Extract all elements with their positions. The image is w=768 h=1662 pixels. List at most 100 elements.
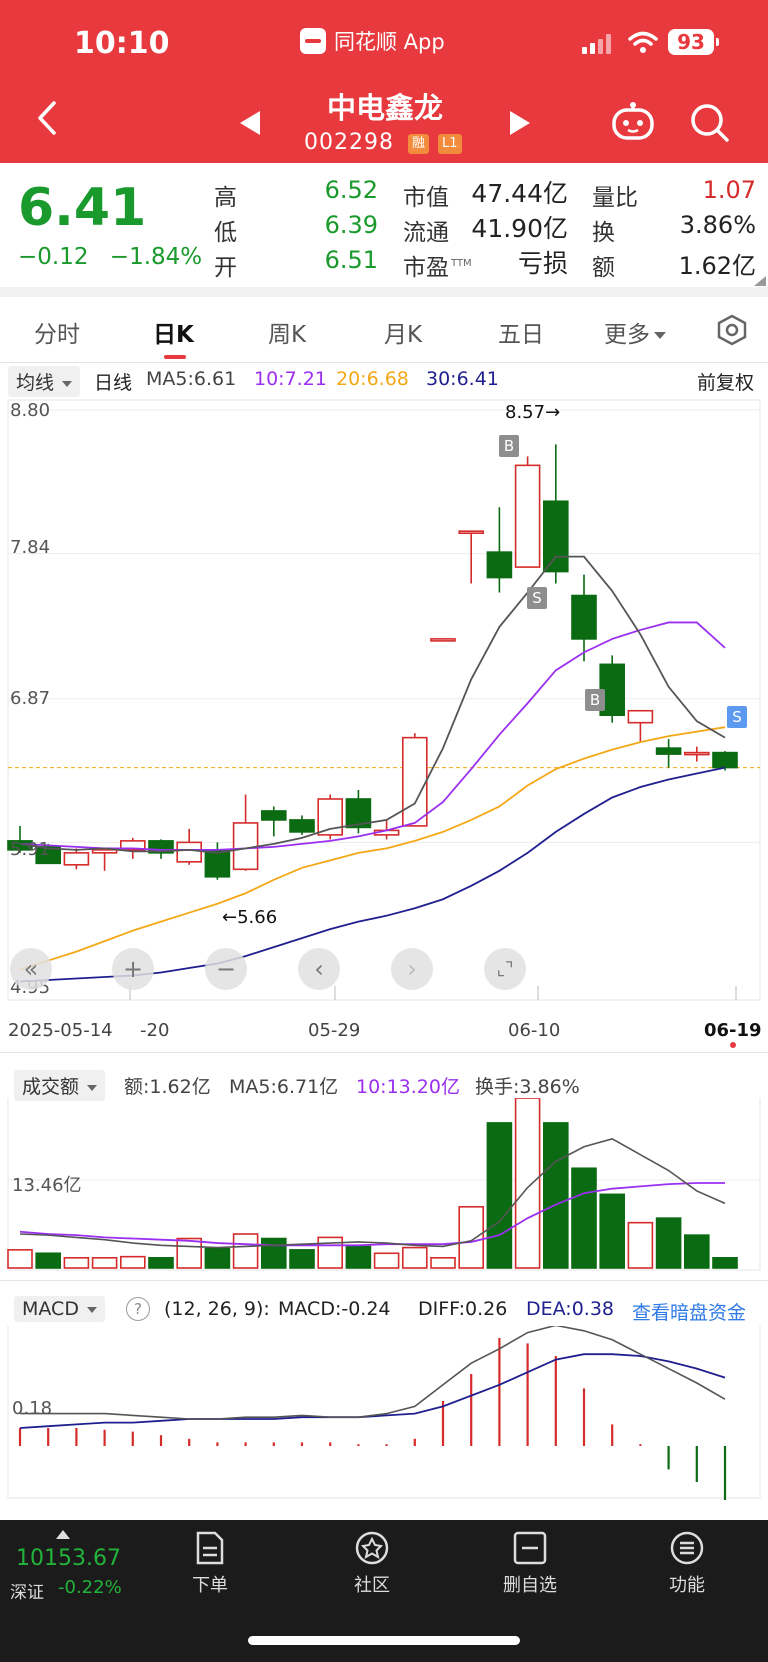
pe-value: 亏损	[517, 249, 568, 278]
app-indicator[interactable]: 同花顺 App	[300, 26, 445, 56]
tab-monthly-k[interactable]: 月K	[384, 315, 422, 349]
prev-stock-icon[interactable]	[240, 111, 260, 135]
volume-bar	[683, 1234, 710, 1269]
dea-value: DEA:0.38	[526, 1298, 615, 1320]
candle-body	[683, 751, 710, 756]
volume-bar	[289, 1249, 315, 1269]
nav-label: 删自选	[503, 1575, 557, 1596]
buy-marker[interactable]: B	[499, 435, 519, 457]
volume-bar	[486, 1122, 513, 1269]
volume-bar	[260, 1237, 287, 1269]
collapse-left-icon[interactable]: «	[10, 948, 52, 990]
macd-selector[interactable]: MACD	[14, 1296, 105, 1322]
sell-marker[interactable]: S	[527, 587, 547, 609]
settings-hexagon-icon[interactable]	[716, 314, 748, 346]
margin-tag: 融	[408, 134, 430, 154]
buy-marker[interactable]: B	[585, 689, 605, 711]
remove-watchlist-icon	[513, 1531, 547, 1565]
index-change: -0.22%	[58, 1577, 122, 1598]
volume-amount: 额:1.62亿	[124, 1076, 211, 1098]
back-icon[interactable]	[36, 100, 58, 136]
zoom-out-icon[interactable]: −	[205, 948, 247, 990]
expand-up-icon[interactable]	[56, 1530, 70, 1539]
nav-remove-watchlist[interactable]: 删自选	[480, 1520, 580, 1597]
nav-community[interactable]: 社区	[322, 1520, 422, 1597]
chart-frame	[7, 399, 761, 1001]
volume-bar	[542, 1122, 569, 1269]
price-change: −0.12 −1.84%	[18, 244, 202, 270]
tab-five-day[interactable]: 五日	[498, 315, 544, 349]
current-price: 6.41	[18, 178, 147, 238]
tab-intraday[interactable]: 分时	[34, 315, 80, 349]
tab-weekly-k[interactable]: 周K	[268, 315, 306, 349]
volume-axis-label: 13.46亿	[12, 1175, 82, 1196]
fullscreen-icon[interactable]: ⌞⌝	[484, 948, 526, 990]
expand-corner-icon[interactable]	[754, 276, 766, 286]
top-bar: 10:10 同花顺 App 93 中电鑫龙 002298 融 L1	[0, 0, 768, 163]
candle-body	[91, 849, 118, 854]
tab-more[interactable]: 更多	[604, 315, 666, 349]
level-tag: L1	[438, 134, 462, 154]
nav-label: 下单	[192, 1575, 228, 1596]
nav-functions[interactable]: 功能	[637, 1520, 737, 1597]
amount-label: 额	[592, 255, 615, 281]
volume-bar	[148, 1257, 174, 1269]
next-stock-icon[interactable]	[510, 111, 530, 135]
ma20-legend: 20:6.68	[336, 368, 409, 390]
volume-bar	[514, 1098, 541, 1269]
app-name: 同花顺 App	[334, 30, 445, 54]
divider	[0, 1052, 768, 1053]
zoom-in-icon[interactable]: +	[112, 948, 154, 990]
amount-value: 1.62亿	[678, 252, 756, 280]
pe-label-text: 市盈	[403, 255, 449, 281]
volume-bar	[120, 1255, 146, 1269]
adjust-mode[interactable]: 前复权	[697, 368, 754, 395]
dark-pool-link[interactable]: 查看暗盘资金	[632, 1298, 746, 1325]
help-icon[interactable]: ?	[126, 1297, 150, 1321]
date-axis-label: 05-29	[308, 1020, 361, 1041]
volume-bar	[655, 1217, 682, 1269]
volume-bar	[627, 1221, 654, 1269]
ma10-line	[19, 621, 726, 851]
stock-name: 中电鑫龙	[326, 91, 443, 125]
scroll-left-icon[interactable]: ‹	[298, 948, 340, 990]
volume-turnover: 换手:3.86%	[475, 1076, 580, 1098]
date-axis-label: -20	[140, 1020, 170, 1041]
open-value: 6.51	[324, 246, 378, 274]
volume-bar	[345, 1245, 372, 1269]
nav-order[interactable]: 下单	[160, 1520, 260, 1597]
tab-daily-k[interactable]: 日K	[153, 315, 194, 349]
volume-selector[interactable]: 成交额	[14, 1070, 106, 1101]
volume-chart[interactable]	[0, 1098, 768, 1274]
price-axis-label: 8.80	[10, 400, 51, 421]
macd-chart[interactable]	[0, 1326, 768, 1502]
candle-body	[63, 852, 90, 866]
ma-selector[interactable]: 均线	[8, 366, 81, 397]
candle-body	[260, 810, 287, 821]
high-value: 6.52	[324, 176, 378, 204]
search-icon[interactable]	[690, 103, 730, 143]
volume-bar	[373, 1252, 400, 1269]
vol-ratio-label: 量比	[592, 185, 638, 211]
robot-assistant-icon[interactable]	[610, 102, 656, 142]
price-axis-label: 5.91	[10, 839, 51, 860]
kline-chart[interactable]	[0, 396, 768, 1008]
sell-marker[interactable]: S	[727, 706, 747, 728]
pe-ttm-sup: TTM	[451, 258, 472, 270]
volume-bar	[430, 1257, 456, 1269]
float-label: 流通	[403, 220, 449, 246]
pe-label: 市盈 TTM	[403, 248, 472, 282]
price-axis-label: 7.84	[10, 537, 51, 558]
scroll-right-icon[interactable]: ›	[391, 948, 433, 990]
dea-line	[19, 1353, 726, 1429]
ma10-legend: 10:7.21	[254, 368, 327, 390]
volume-bar	[232, 1233, 259, 1269]
high-annotation: 8.57→	[505, 402, 561, 423]
candle-body	[401, 736, 428, 827]
volume-bar	[7, 1249, 33, 1269]
mktcap-value: 47.44亿	[471, 179, 568, 208]
candle-body	[571, 594, 597, 640]
candle-body	[712, 751, 738, 769]
community-star-icon	[355, 1531, 389, 1565]
date-axis-label: 2025-05-14	[8, 1020, 113, 1041]
